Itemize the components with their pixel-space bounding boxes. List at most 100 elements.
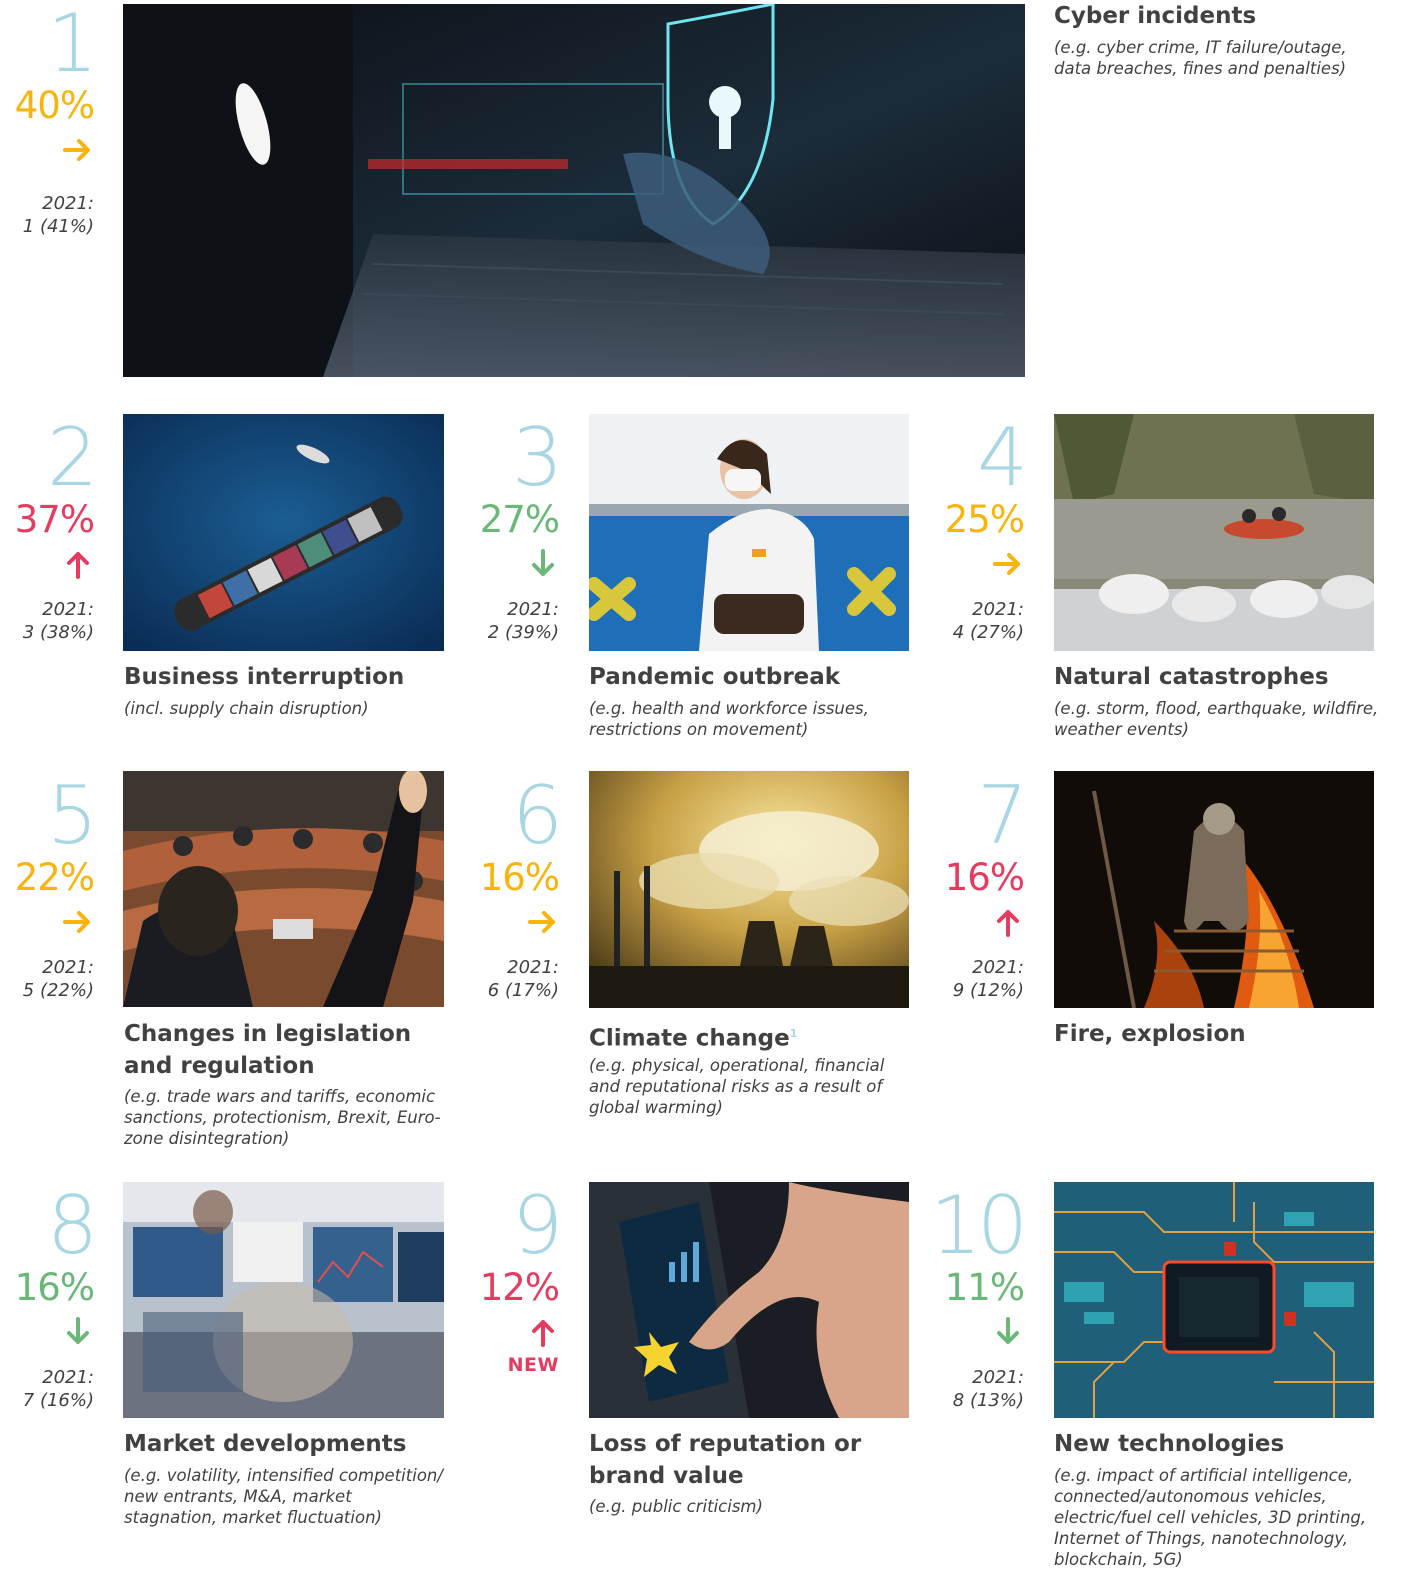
description-line: weather events): [1054, 720, 1189, 739]
description-line: data breaches, fines and penalties): [1054, 59, 1347, 78]
description-line: (e.g. storm, flood, earthquake, wildfire…: [1054, 699, 1379, 718]
risk-description: (e.g. storm, flood, earthquake, wildfire…: [1054, 698, 1378, 740]
circuit-board-photo: [1054, 1182, 1374, 1418]
previous-rank: 2021: 1 (41%): [0, 192, 94, 238]
rank-number: 9: [512, 1179, 563, 1272]
risk-title: Fire, explosion: [1054, 1021, 1246, 1047]
description-line: zone disintegration): [124, 1129, 290, 1148]
previous-rank: 2021: 7 (16%): [0, 1366, 94, 1412]
previous-value: 6 (17%): [487, 980, 559, 1001]
percentage: 37%: [14, 498, 95, 541]
description-line: (e.g. impact of artificial intelligence,: [1054, 1466, 1354, 1485]
description-line: sanctions, protectionism, Brexit, Euro-: [124, 1108, 441, 1127]
previous-label: 2021:: [42, 599, 94, 620]
parliament-vote-photo: [123, 771, 444, 1007]
previous-label: 2021:: [972, 957, 1024, 978]
description-line: (e.g. volatility, intensified competitio…: [124, 1466, 443, 1485]
percentage: 22%: [14, 856, 95, 899]
percentage: 16%: [479, 856, 560, 899]
risk-8-rank-block: 8 16% 2021: 7 (16%): [0, 1186, 98, 1412]
description-line: and reputational risks as a result of: [589, 1077, 883, 1096]
risk-1-rank-block: 1 40% 2021: 1 (41%): [0, 0, 98, 238]
description-line: (e.g. trade wars and tariffs, economic: [124, 1087, 436, 1106]
previous-rank: 2021: 2 (39%): [465, 598, 559, 644]
down-arrow-icon: [519, 548, 559, 584]
rank-number: 10: [930, 1179, 1028, 1272]
percentage: 25%: [944, 498, 1025, 541]
risk-description: (e.g. health and workforce issues, restr…: [589, 698, 869, 740]
risk-title: Cyber incidents: [1054, 3, 1257, 29]
risk-title: Pandemic outbreak: [589, 664, 841, 690]
risk-4-rank-block: 4 25% 2021: 4 (27%): [930, 411, 1028, 644]
percentage: 40%: [14, 84, 95, 127]
description-line: Internet of Things, nanotechnology,: [1054, 1529, 1349, 1548]
risk-7-rank-block: 7 16% 2021: 9 (12%): [930, 776, 1028, 1002]
risk-9-rank-block: 9 12% NEW: [465, 1179, 563, 1377]
risk-description: (e.g. public criticism): [589, 1496, 763, 1517]
risk-description: (incl. supply chain disruption): [124, 698, 369, 719]
title-line: brand value: [589, 1463, 744, 1489]
description-line: (e.g. health and workforce issues,: [589, 699, 869, 718]
smokestack-pollution-photo: [589, 771, 909, 1008]
footnote-marker: 1: [789, 1027, 798, 1040]
description-line: restrictions on movement): [589, 720, 809, 739]
previous-rank: 2021: 6 (17%): [465, 956, 559, 1002]
previous-rank: 2021: 3 (38%): [0, 598, 94, 644]
description-line: (e.g. cyber crime, IT failure/outage,: [1054, 38, 1347, 57]
description-line: blockchain, 5G): [1054, 1550, 1183, 1569]
rank-number: 2: [47, 411, 98, 504]
risk-6-rank-block: 6 16% 2021: 6 (17%): [465, 769, 563, 1002]
up-arrow-icon: [984, 906, 1024, 942]
up-arrow-icon: [54, 548, 94, 584]
title-line: and regulation: [124, 1053, 315, 1079]
description-line: (incl. supply chain disruption): [124, 699, 369, 718]
rank-number: 4: [977, 411, 1028, 504]
risk-5-rank-block: 5 22% 2021: 5 (22%): [0, 769, 98, 1002]
previous-value: 3 (38%): [22, 622, 94, 643]
risk-title: Changes in legislation and regulation: [124, 1018, 411, 1082]
previous-rank: 2021: 9 (12%): [930, 956, 1024, 1002]
previous-label: 2021:: [972, 1367, 1024, 1388]
down-arrow-icon: [984, 1316, 1024, 1352]
previous-rank: 2021: 8 (13%): [930, 1366, 1024, 1412]
previous-rank: 2021: 4 (27%): [930, 598, 1024, 644]
masked-commuter-photo: [589, 414, 909, 651]
previous-value: 9 (12%): [952, 980, 1024, 1001]
rank-number: 5: [47, 769, 98, 862]
description-line: (e.g. public criticism): [589, 1497, 763, 1516]
percentage: 11%: [944, 1266, 1025, 1309]
risk-title: Loss of reputation or brand value: [589, 1428, 861, 1492]
trading-floor-photo: [123, 1182, 444, 1418]
risk-3-rank-block: 3 27% 2021: 2 (39%): [465, 418, 563, 644]
previous-label: 2021:: [507, 599, 559, 620]
description-line: stagnation, market fluctuation): [124, 1508, 382, 1527]
rank-number: 6: [512, 769, 563, 862]
risk-description: (e.g. impact of artificial intelligence,…: [1054, 1465, 1366, 1570]
percentage: 16%: [14, 1266, 95, 1309]
title-line: Changes in legislation: [124, 1021, 412, 1047]
risk-title: Market developments: [124, 1431, 407, 1457]
up-arrow-icon: [519, 1316, 559, 1352]
previous-label: 2021:: [42, 1367, 94, 1388]
firefighter-photo: [1054, 771, 1374, 1008]
previous-label: 2021:: [972, 599, 1024, 620]
title-line: Climate change: [589, 1025, 790, 1052]
previous-value: 4 (27%): [952, 622, 1024, 643]
right-arrow-icon: [54, 134, 94, 170]
description-line: electric/fuel cell vehicles, 3D printing…: [1054, 1508, 1367, 1527]
risk-title: New technologies: [1054, 1431, 1285, 1457]
risk-2-rank-block: 2 37% 2021: 3 (38%): [0, 411, 98, 644]
risk-title: Business interruption: [124, 664, 405, 690]
percentage: 16%: [944, 856, 1025, 899]
rank-number: 1: [47, 0, 98, 90]
risk-description: (e.g. volatility, intensified competitio…: [124, 1465, 443, 1528]
previous-value: 8 (13%): [952, 1390, 1024, 1411]
title-line: Loss of reputation or: [589, 1431, 862, 1457]
previous-label: 2021:: [42, 957, 94, 978]
description-line: global warming): [589, 1098, 723, 1117]
previous-value: 5 (22%): [22, 980, 94, 1001]
description-line: new entrants, M&A, market: [124, 1487, 352, 1506]
down-arrow-icon: [54, 1316, 94, 1352]
previous-label: 2021:: [42, 193, 94, 214]
smartphone-rating-photo: [589, 1182, 909, 1418]
